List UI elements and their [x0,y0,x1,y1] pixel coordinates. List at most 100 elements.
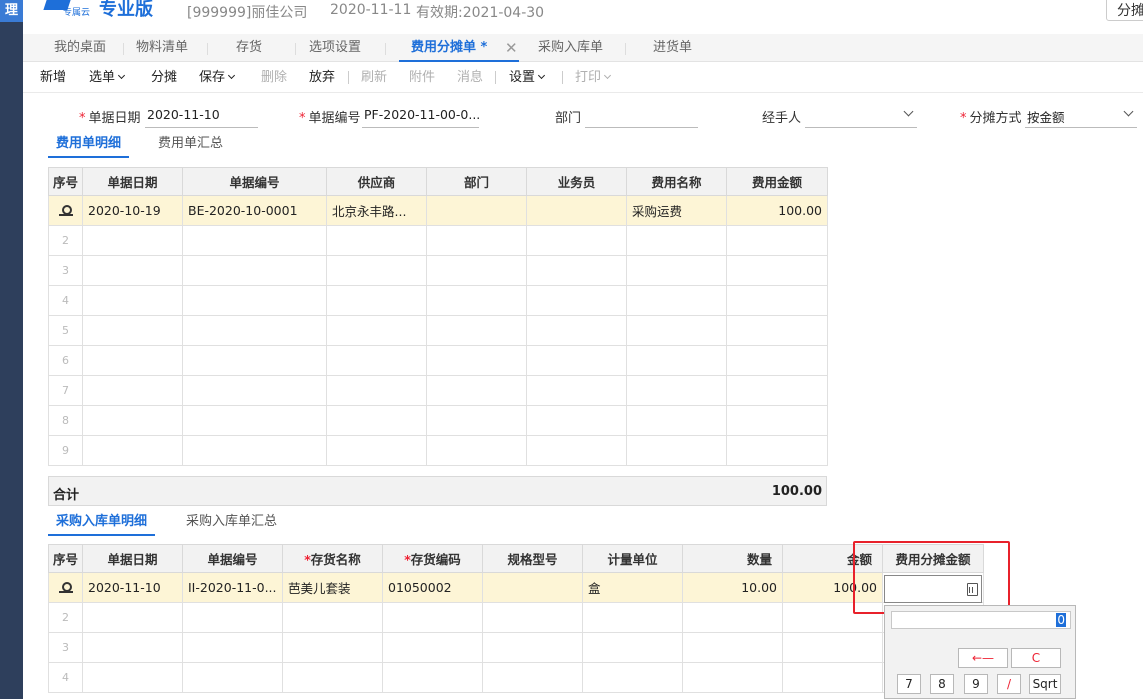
table-cell[interactable] [426,345,527,376]
table-cell[interactable] [526,375,627,406]
table-cell[interactable]: 盒 [582,572,683,603]
table-cell[interactable] [326,285,427,316]
tab-options[interactable]: 选项设置 [309,34,361,62]
table-cell[interactable] [582,632,683,663]
save-button[interactable]: 保存 [199,62,236,93]
table-cell[interactable] [182,285,327,316]
tab-purchase-receipt[interactable]: 采购入库单 [538,34,603,62]
allocate-button[interactable]: 分摊 [151,62,177,93]
table-row[interactable]: 3 [48,632,984,663]
table-cell[interactable] [182,345,327,376]
table-cell[interactable]: 2020-11-10 [82,572,183,603]
table-cell[interactable] [482,662,583,693]
table-cell[interactable] [426,195,527,226]
print-button[interactable]: 打印 [575,62,612,93]
select-bill-button[interactable]: 选单 [89,62,126,93]
table-cell[interactable] [782,632,883,663]
tab-expense-allocation[interactable]: 费用分摊单 * [398,34,520,62]
calc-divide-button[interactable]: / [997,674,1021,694]
table-row[interactable]: 9 [48,435,828,466]
table-cell[interactable] [82,662,183,693]
table-cell[interactable]: 北京永丰路... [326,195,427,226]
table-cell[interactable]: 01050002 [382,572,483,603]
table-cell[interactable] [282,662,383,693]
table-row[interactable]: 2020-11-10 II-2020-11-0... 芭美儿套装 0105000… [48,572,984,603]
table-cell[interactable]: II-2020-11-0... [182,572,283,603]
date-input[interactable]: 2020-11-10 [145,104,258,128]
method-select[interactable]: 按金额 [1025,104,1137,128]
rail-glyph[interactable]: 理 [0,0,23,22]
table-cell[interactable] [726,435,828,466]
table-cell[interactable] [626,225,727,256]
column-header[interactable]: 计量单位 [582,544,683,573]
table-cell[interactable] [82,285,183,316]
table-cell[interactable] [82,255,183,286]
delete-button[interactable]: 删除 [261,62,287,93]
table-cell[interactable] [482,602,583,633]
column-header[interactable]: *存货名称 [282,544,383,573]
column-header[interactable]: *存货编码 [382,544,483,573]
table-cell[interactable] [626,435,727,466]
table-cell[interactable] [526,255,627,286]
table-row[interactable]: 2 [48,602,984,633]
tab-expense-detail[interactable]: 费用单明细 [48,132,130,158]
calc-key-9[interactable]: 9 [964,674,988,694]
table-cell[interactable]: BE-2020-10-0001 [182,195,327,226]
table-cell[interactable] [326,255,427,286]
column-header[interactable]: 业务员 [526,167,627,196]
table-cell[interactable] [682,632,783,663]
table-cell[interactable] [526,345,627,376]
table-cell[interactable] [82,632,183,663]
table-cell[interactable] [526,285,627,316]
table-cell[interactable] [382,632,483,663]
handler-select[interactable] [805,104,917,128]
table-cell[interactable] [726,375,828,406]
message-button[interactable]: 消息 [457,62,483,93]
column-header[interactable]: 单据日期 [82,544,183,573]
column-header[interactable]: 单据日期 [82,167,183,196]
calculator-icon[interactable] [967,583,978,596]
refresh-button[interactable]: 刷新 [361,62,387,93]
table-cell[interactable] [626,375,727,406]
column-header[interactable]: 部门 [426,167,527,196]
table-cell[interactable] [82,375,183,406]
table-cell[interactable] [82,602,183,633]
table-cell[interactable] [326,405,427,436]
column-header[interactable]: 供应商 [326,167,427,196]
table-cell[interactable] [726,225,828,256]
calc-clear-button[interactable]: C [1011,648,1061,668]
table-cell[interactable] [526,405,627,436]
tab-bom[interactable]: 物料清单 [136,34,188,62]
table-cell[interactable] [182,632,283,663]
table-cell[interactable] [526,435,627,466]
table-cell[interactable] [182,662,283,693]
table-cell[interactable] [426,285,527,316]
calc-key-7[interactable]: 7 [897,674,921,694]
table-cell[interactable] [182,315,327,346]
calculator-display[interactable]: 0 [891,611,1071,629]
column-header[interactable]: 单据编号 [182,167,327,196]
table-cell[interactable] [326,345,427,376]
table-cell[interactable] [326,435,427,466]
table-cell[interactable] [82,225,183,256]
table-cell[interactable] [426,225,527,256]
table-cell[interactable] [626,345,727,376]
table-cell[interactable] [726,315,828,346]
discard-button[interactable]: 放弃 [309,62,335,93]
table-cell[interactable] [582,662,683,693]
table-cell[interactable] [182,602,283,633]
table-cell[interactable] [426,405,527,436]
table-cell[interactable] [382,602,483,633]
table-cell[interactable] [726,255,828,286]
table-cell[interactable] [526,225,627,256]
table-row[interactable]: 7 [48,375,828,406]
table-cell[interactable] [282,632,383,663]
column-header[interactable]: 数量 [682,544,783,573]
table-cell[interactable] [426,435,527,466]
table-cell[interactable] [482,572,583,603]
table-cell[interactable]: 10.00 [682,572,783,603]
allocation-amount-input[interactable] [884,575,982,603]
table-row[interactable]: 6 [48,345,828,376]
row-settings-cell[interactable] [48,195,83,226]
calc-sqrt-button[interactable]: Sqrt [1029,674,1061,694]
